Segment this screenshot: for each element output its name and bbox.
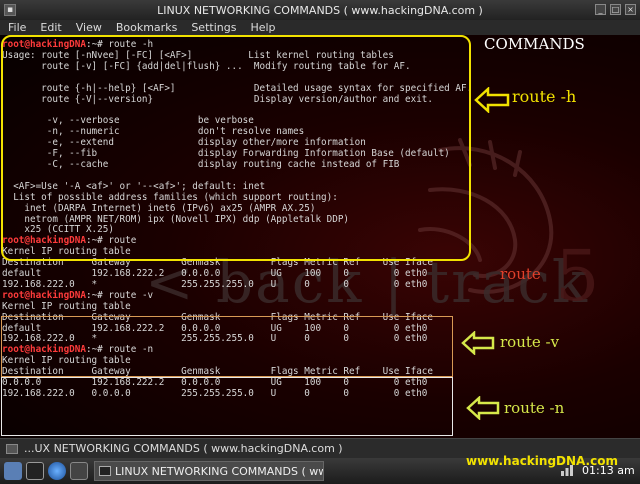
menu-bookmarks[interactable]: Bookmarks [116, 21, 177, 34]
menu-help[interactable]: Help [250, 21, 275, 34]
highlight-box-route-n [1, 377, 453, 436]
window-controls: _ □ × [595, 4, 636, 15]
taskbar-window-label: LINUX NETWORKING COMMANDS ( ww [115, 464, 324, 478]
terminal-area[interactable]: < back | track 5 root@hackingDNA:~# rout… [0, 35, 640, 440]
label-route-n: route -n [504, 399, 565, 417]
clock[interactable]: 01:13 am [582, 464, 635, 477]
window-titlebar: ▪ LINUX NETWORKING COMMANDS ( www.hackin… [0, 0, 640, 20]
menu-file[interactable]: File [8, 21, 26, 34]
label-route: route [500, 265, 541, 283]
show-desktop-icon[interactable] [70, 462, 88, 480]
menu-bar: File Edit View Bookmarks Settings Help [0, 20, 640, 35]
minimize-icon[interactable]: _ [595, 4, 606, 15]
close-icon[interactable]: × [625, 4, 636, 15]
terminal-launcher-icon[interactable] [26, 462, 44, 480]
commands-heading: COMMANDS [484, 35, 585, 53]
browser-launcher-icon[interactable] [48, 462, 66, 480]
maximize-icon[interactable]: □ [610, 4, 621, 15]
terminal-tab[interactable]: ...UX NETWORKING COMMANDS ( www.hackingD… [24, 442, 343, 455]
label-route-v: route -v [500, 333, 560, 351]
window-title: LINUX NETWORKING COMMANDS ( www.hackingD… [157, 3, 483, 17]
arrow-left-icon [461, 331, 495, 355]
routing-table-row: 192.168.222.0 * 255.255.255.0 U 0 0 0 et… [2, 278, 428, 290]
routing-table-row: default 192.168.222.2 0.0.0.0 UG 100 0 0… [2, 268, 428, 280]
application-menu-icon[interactable] [4, 462, 22, 480]
prompt-path: :~# [85, 289, 109, 301]
highlight-box-route-v [1, 316, 453, 377]
highlight-box-route-h [1, 35, 471, 261]
backtrack-version-watermark: 5 [555, 235, 600, 317]
arrow-left-icon [466, 396, 500, 420]
terminal-window-icon [99, 466, 111, 476]
command-text: route -v [108, 289, 154, 301]
prompt-user: root@hackingDNA [2, 289, 86, 301]
menu-view[interactable]: View [76, 21, 102, 34]
network-tray-icon[interactable] [560, 463, 574, 477]
label-route-h: route -h [512, 87, 577, 106]
menu-settings[interactable]: Settings [191, 21, 236, 34]
taskbar-window-button[interactable]: LINUX NETWORKING COMMANDS ( ww [94, 461, 324, 481]
routing-table-title: Kernel IP routing table [2, 300, 131, 312]
menu-edit[interactable]: Edit [40, 21, 61, 34]
terminal-tab-icon [6, 443, 18, 454]
arrow-left-icon [474, 87, 510, 113]
